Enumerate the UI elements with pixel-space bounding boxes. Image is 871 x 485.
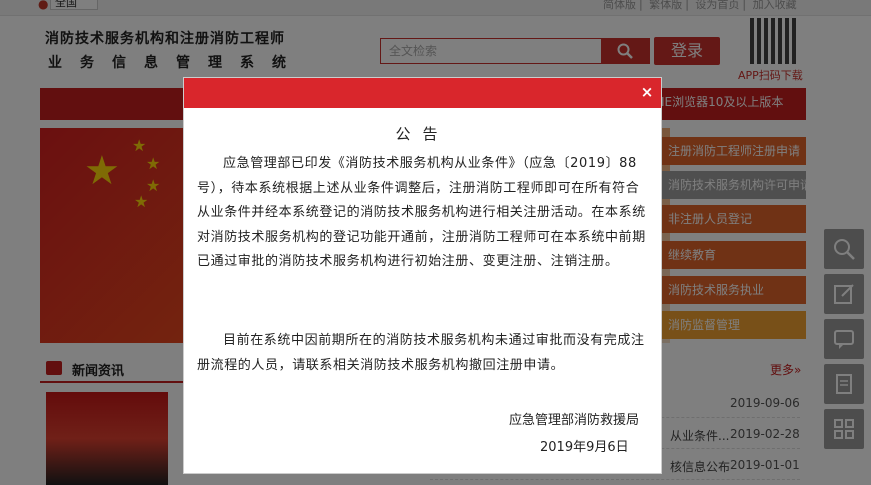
announcement-signature: 应急管理部消防救援局 [509,413,640,428]
announcement-dialog: × 公告 应急管理部已印发《消防技术服务机构从业条件》（应急〔2019〕88号）… [183,77,662,474]
announcement-paragraph-1: 应急管理部已印发《消防技术服务机构从业条件》（应急〔2019〕88号），待本系统… [197,156,646,269]
announcement-paragraph-2: 目前在系统中因前期所在的消防技术服务机构未通过审批而没有完成注册流程的人员，请联… [197,333,645,373]
dialog-header: × [184,78,661,108]
close-button[interactable]: × [637,82,657,102]
announcement-date: 2019年9月6日 [540,440,629,455]
dialog-title: 公告 [395,125,450,143]
